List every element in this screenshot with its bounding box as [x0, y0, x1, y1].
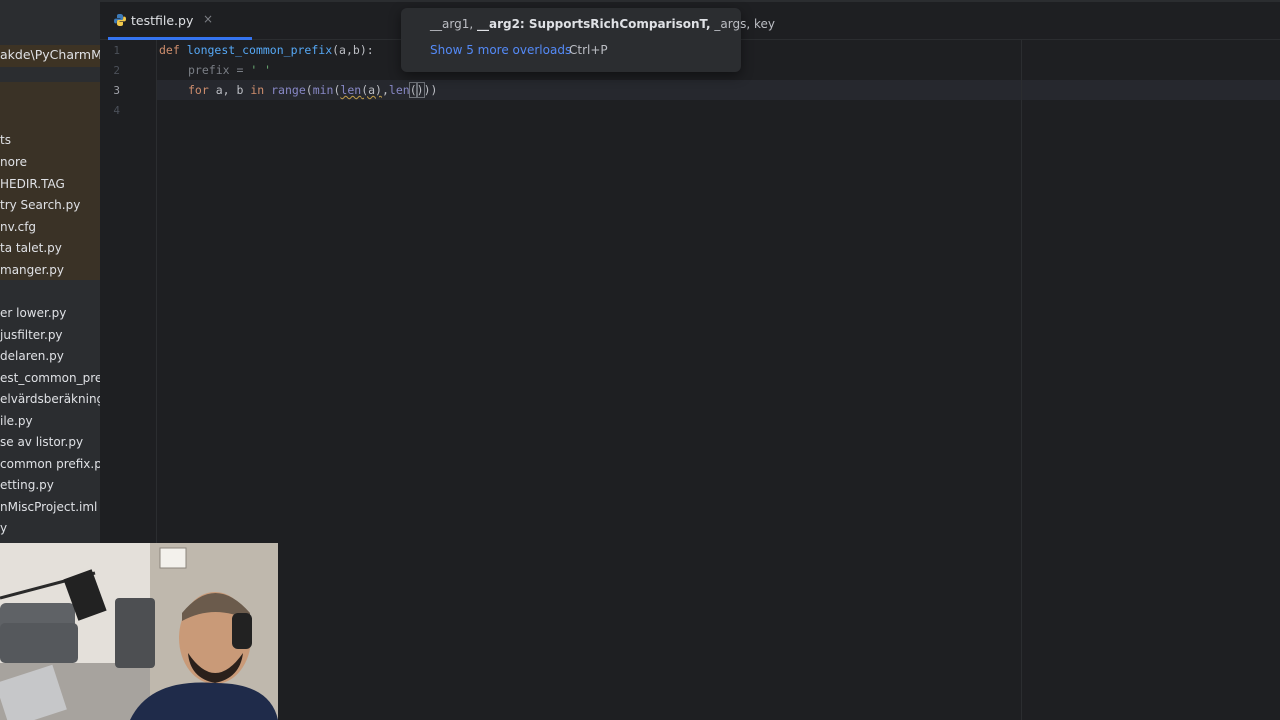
sidebar-item[interactable]: er lower.py	[0, 306, 66, 320]
prefix-variable: prefix	[188, 63, 230, 77]
sidebar-item[interactable]: HEDIR.TAG	[0, 177, 65, 191]
tab-label: testfile.py	[131, 13, 194, 28]
project-root-label: akde\PyCharmMis	[0, 47, 100, 62]
paren: (	[305, 83, 313, 97]
sidebar-item[interactable]: nore	[0, 155, 27, 169]
webcam-scene	[0, 543, 278, 720]
def-keyword: def	[159, 43, 180, 57]
line-number: 2	[113, 64, 120, 77]
line-number: 4	[113, 104, 120, 117]
len-arg: (a)	[361, 83, 382, 97]
comma: ,	[381, 83, 389, 97]
code-line-1[interactable]: def longest_common_prefix(a,b):	[159, 43, 374, 57]
paren-close-highlight: )	[415, 82, 425, 98]
loop-vars: a, b	[208, 83, 251, 97]
parameter-info-popup: __arg1, __arg2: SupportsRichComparisonT,…	[401, 8, 775, 72]
in-keyword: in	[250, 83, 265, 97]
overloads-shortcut: Ctrl+P	[569, 43, 608, 57]
sidebar-item[interactable]: etting.py	[0, 478, 54, 492]
sidebar-item[interactable]: jusfilter.py	[0, 328, 63, 342]
close-tab-icon[interactable]: ×	[203, 12, 213, 26]
code-line-3[interactable]: for a, b in range(min(len(a),len()))	[188, 82, 438, 98]
show-more-overloads-link[interactable]: Show 5 more overloads	[430, 43, 571, 57]
sidebar-item[interactable]: y	[0, 521, 7, 535]
sidebar-item[interactable]: try Search.py	[0, 198, 80, 212]
code-line-2[interactable]: prefix = ' '	[188, 63, 271, 77]
sig-prefix: __arg1,	[430, 17, 477, 31]
min-builtin: min	[312, 83, 334, 97]
webcam-overlay	[0, 543, 278, 720]
python-file-icon	[114, 14, 126, 26]
assign-operator: =	[229, 63, 251, 77]
sidebar-item[interactable]: est_common_prefi	[0, 371, 100, 385]
string-literal: ' '	[250, 63, 272, 77]
sidebar-item[interactable]: ile.py	[0, 414, 33, 428]
function-params: (a,b):	[332, 43, 374, 57]
for-keyword: for	[188, 83, 209, 97]
function-name: longest_common_prefix	[186, 43, 333, 57]
line-number: 1	[113, 44, 120, 57]
sidebar-item[interactable]: elvärdsberäkning.p	[0, 392, 100, 406]
project-root-row[interactable]: akde\PyCharmMis	[0, 45, 100, 67]
signature-text: __arg1, __arg2: SupportsRichComparisonT,…	[430, 17, 775, 31]
line-number-gutter: 1 2 3 4	[100, 40, 156, 543]
sidebar-item[interactable]: ts	[0, 133, 11, 147]
sig-suffix: _args, key	[710, 17, 775, 31]
error-squiggle	[447, 94, 454, 97]
line-number: 3	[113, 84, 120, 97]
sidebar-item[interactable]: ta talet.py	[0, 241, 62, 255]
sidebar-item[interactable]: manger.py	[0, 263, 64, 277]
right-margin-guide	[1021, 40, 1022, 720]
closing-parens: ))	[423, 83, 438, 97]
sidebar-item[interactable]: delaren.py	[0, 349, 64, 363]
len-builtin: len	[340, 83, 362, 97]
sidebar-item[interactable]: common prefix.py	[0, 457, 100, 471]
sidebar-item[interactable]: se av listor.py	[0, 435, 83, 449]
len-builtin: len	[388, 83, 410, 97]
paren-open-highlight: (	[408, 82, 418, 98]
sidebar-item[interactable]: nv.cfg	[0, 220, 36, 234]
sidebar-item[interactable]: nMiscProject.iml	[0, 500, 97, 514]
sig-current-param: __arg2: SupportsRichComparisonT,	[476, 17, 711, 31]
range-builtin: range	[271, 83, 306, 97]
tab-testfile[interactable]: testfile.py ×	[108, 2, 252, 40]
project-sidebar: akde\PyCharmMis ts nore HEDIR.TAG try Se…	[0, 0, 100, 543]
